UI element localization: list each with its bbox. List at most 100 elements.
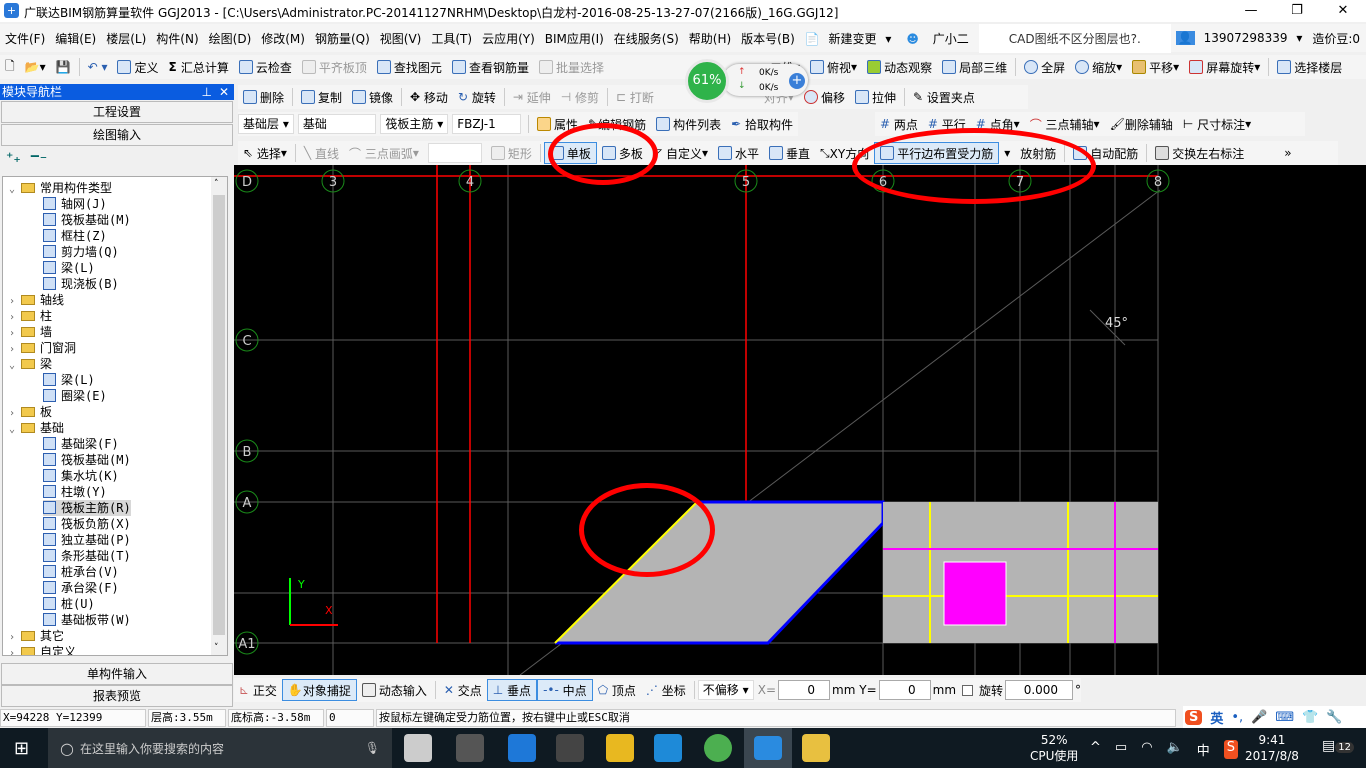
tree-item[interactable]: 桩承台(V) — [43, 564, 119, 580]
keyboard-icon[interactable]: ⌨ — [1275, 710, 1294, 725]
tree-item[interactable]: 桩(U) — [43, 596, 95, 612]
menu-edit[interactable]: 编辑(E) — [50, 30, 101, 47]
menu-cloud[interactable]: 云应用(Y) — [477, 30, 540, 47]
open-file-icon[interactable]: 📂▾ — [20, 56, 51, 78]
network-widget[interactable]: 61% ↑ 0K/s ↓ 0K/s + — [683, 58, 810, 103]
horizontal-button[interactable]: 水平 — [713, 142, 764, 164]
three-point-axis-button[interactable]: ⌒ 三点辅轴 ▾ — [1025, 113, 1105, 135]
ime-mode[interactable]: 中 — [1197, 740, 1210, 759]
floor-select[interactable]: 基础层 ▾ — [238, 114, 294, 134]
save-icon[interactable]: 💾 — [51, 56, 76, 78]
single-component-input-tab[interactable]: 单构件输入 — [1, 663, 233, 685]
fullscreen-button[interactable]: 全屏 — [1019, 56, 1070, 78]
sogou-icon[interactable]: S — [1185, 709, 1203, 725]
menu-online[interactable]: 在线服务(S) — [609, 30, 684, 47]
tree-item[interactable]: 柱墩(Y) — [43, 484, 107, 500]
menu-draw[interactable]: 绘图(D) — [204, 30, 257, 47]
tree-item[interactable]: 条形基础(T) — [43, 548, 131, 564]
scroll-up-icon[interactable]: ˄ — [214, 179, 219, 189]
summary-calc-button[interactable]: Σ 汇总计算 — [164, 56, 234, 78]
file-explorer-icon[interactable] — [606, 734, 634, 762]
ortho-button[interactable]: ⊾ 正交 — [234, 679, 282, 701]
menu-tools[interactable]: 工具(T) — [426, 30, 477, 47]
store-icon[interactable] — [556, 734, 584, 762]
find-element-button[interactable]: 查找图元 — [372, 56, 447, 78]
extend-button[interactable]: ⇥ 延伸 — [508, 86, 556, 108]
account-button[interactable]: 👤 13907298339 ▾ — [1171, 31, 1308, 45]
define-button[interactable]: 定义 — [112, 56, 163, 78]
menu-help[interactable]: 帮助(H) — [684, 30, 736, 47]
tree-scrollbar[interactable]: ˄ ˅ — [211, 177, 227, 655]
align-slab-top-button[interactable]: 平齐板顶 — [297, 56, 372, 78]
intersection-snap-button[interactable]: ✕ 交点 — [439, 679, 487, 701]
pan-button[interactable]: 平移 ▾ — [1127, 56, 1184, 78]
tree-folder[interactable]: › 墙 — [9, 324, 52, 340]
tree-folder[interactable]: › 柱 — [9, 308, 52, 324]
menu-view[interactable]: 视图(V) — [375, 30, 427, 47]
screen-rotate-button[interactable]: 屏幕旋转 ▾ — [1184, 56, 1265, 78]
close-button[interactable]: ✕ — [1320, 0, 1366, 22]
ime-language[interactable]: 英 — [1210, 708, 1223, 727]
rotate-input[interactable]: 0.000 — [1005, 680, 1074, 700]
delete-button[interactable]: 删除 — [238, 86, 289, 108]
mirror-button[interactable]: 镜像 — [347, 86, 398, 108]
set-grip-button[interactable]: ✎ 设置夹点 — [908, 86, 980, 108]
menu-modify[interactable]: 修改(M) — [256, 30, 310, 47]
tree-item[interactable]: 集水坑(K) — [43, 468, 119, 484]
edge-icon[interactable] — [508, 734, 536, 762]
move-button[interactable]: ✥ 移动 — [405, 86, 453, 108]
chevron-down-icon[interactable]: ⌄ — [9, 182, 21, 198]
glodon-icon[interactable] — [654, 734, 682, 762]
report-preview-tab[interactable]: 报表预览 — [1, 685, 233, 707]
tree-folder[interactable]: › 板 — [9, 404, 52, 420]
tree-folder[interactable]: › 自定义 — [9, 644, 76, 655]
canvas-drawing[interactable]: 3 4 5 6 7 8DCBAA1 45° Y X — [234, 165, 1366, 676]
notes-icon[interactable] — [802, 734, 830, 762]
microphone-icon[interactable]: 🎙 — [365, 741, 380, 755]
offset-select[interactable]: 不偏移 ▾ — [697, 680, 754, 700]
vertex-snap-button[interactable]: ⬠ 顶点 — [593, 679, 641, 701]
tree-folder[interactable]: ⌄ 梁 — [9, 356, 52, 372]
tree-item[interactable]: 筏板负筋(X) — [43, 516, 131, 532]
drawing-canvas[interactable]: 3 4 5 6 7 8 D C B A A1 45° Y X — [234, 165, 1366, 676]
maximize-button[interactable]: ❐ — [1274, 0, 1320, 22]
line-button[interactable]: ╲ 直线 — [299, 142, 344, 164]
sogou-tray-icon[interactable]: S — [1223, 740, 1239, 759]
tree-folder[interactable]: › 门窗洞 — [9, 340, 76, 356]
tree-item[interactable]: 梁(L) — [43, 372, 95, 388]
drawing-input-tab[interactable]: 绘图输入 — [1, 124, 233, 146]
tree-item[interactable]: 圈梁(E) — [43, 388, 107, 404]
swap-labels-button[interactable]: 交换左右标注 — [1150, 142, 1249, 164]
tree-item[interactable]: 梁(L) — [43, 260, 95, 276]
select-button[interactable]: ⇖ 选择 ▾ — [238, 142, 292, 164]
browser-360-icon[interactable] — [704, 734, 732, 762]
plus-icon[interactable]: + — [789, 73, 805, 89]
ggj-app-active[interactable] — [744, 728, 792, 768]
rectangle-button[interactable]: 矩形 — [486, 142, 537, 164]
project-settings-tab[interactable]: 工程设置 — [1, 101, 233, 123]
menu-rebar[interactable]: 钢筋量(Q) — [310, 30, 375, 47]
copy-button[interactable]: 复制 — [296, 86, 347, 108]
scroll-thumb[interactable] — [213, 195, 225, 635]
batch-select-button[interactable]: 批量选择 — [534, 56, 609, 78]
chevron-down-icon[interactable]: ⌄ — [9, 358, 21, 374]
menu-bim[interactable]: BIM应用(I) — [540, 30, 609, 47]
new-change-button[interactable]: 📄 新建变更 ▾ — [800, 30, 897, 47]
tree-folder[interactable]: ⌄ 基础 — [9, 420, 64, 436]
category-select[interactable]: 基础 — [297, 114, 377, 134]
task-view-icon[interactable] — [404, 734, 432, 762]
dimension-button[interactable]: ⊢ 尺寸标注 ▾ — [1178, 113, 1256, 135]
tree-item[interactable]: 筏板基础(M) — [43, 212, 131, 228]
tree-folder[interactable]: › 其它 — [9, 628, 64, 644]
local-3d-button[interactable]: 局部三维 — [937, 56, 1012, 78]
volume-icon[interactable]: 🔈 — [1167, 740, 1183, 759]
menu-component[interactable]: 构件(N) — [151, 30, 203, 47]
rotate-checkbox[interactable] — [962, 684, 974, 696]
tree-item[interactable]: 轴网(J) — [43, 196, 107, 212]
undo-icon[interactable]: ↶ ▾ — [83, 56, 113, 78]
component-list-button[interactable]: 构件列表 — [651, 113, 726, 135]
cloud-check-button[interactable]: 云检查 — [234, 56, 297, 78]
tree-item[interactable]: 剪力墙(Q) — [43, 244, 119, 260]
orbit-button[interactable]: 动态观察 — [862, 56, 937, 78]
x-input[interactable]: 0 — [778, 680, 831, 700]
